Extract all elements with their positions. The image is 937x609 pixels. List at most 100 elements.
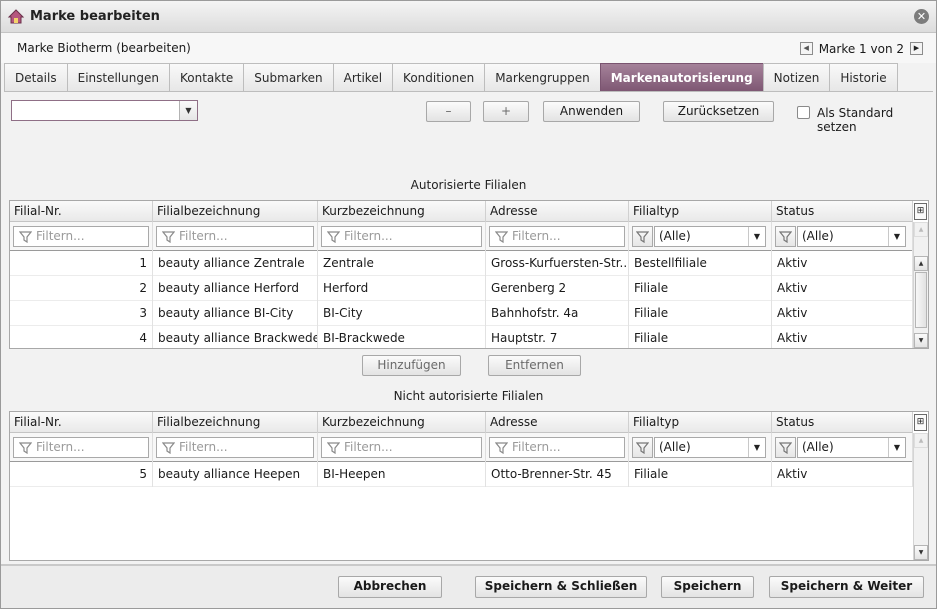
grid-header: Filial-Nr. Filialbezeichnung Kurzbezeich… [10, 201, 913, 222]
cell-address: Bahnhofstr. 4a [486, 301, 629, 326]
cancel-button[interactable]: Abbrechen [338, 576, 442, 598]
grid-body: 1 beauty alliance Zentrale Zentrale Gros… [10, 251, 913, 348]
filter-row: Filtern... Filtern... Filtern... Filtern… [10, 433, 913, 462]
remove-view-button[interactable]: – [426, 101, 471, 122]
tab-brand-groups[interactable]: Markengruppen [484, 63, 601, 91]
scroll-placeholder-icon: ▲ [914, 222, 928, 237]
scroll-up-button[interactable]: ▲ [914, 256, 928, 271]
filter-input-store-number[interactable]: Filtern... [13, 226, 149, 247]
filter-select-store-type[interactable]: (Alle) ▼ [654, 226, 766, 247]
column-chooser-icon[interactable]: ⊞ [914, 203, 927, 220]
column-header-store-name[interactable]: Filialbezeichnung [153, 201, 318, 222]
column-header-address[interactable]: Adresse [486, 412, 629, 433]
table-row[interactable]: 4 beauty alliance Brackwede BI-Brackwede… [10, 326, 913, 348]
view-select[interactable]: ▼ [11, 100, 198, 121]
filter-input-address[interactable]: Filtern... [489, 226, 625, 247]
tab-sub-brands[interactable]: Submarken [243, 63, 334, 91]
close-icon: ✕ [916, 10, 927, 23]
brand-icon [7, 9, 25, 24]
cell-store-number: 3 [10, 301, 153, 326]
filter-mode-button[interactable] [632, 226, 653, 247]
filter-mode-button[interactable] [775, 226, 796, 247]
close-button[interactable]: ✕ [914, 9, 929, 24]
filter-cell: (Alle) ▼ [772, 222, 913, 251]
cell-store-name: beauty alliance Brackwede [153, 326, 318, 348]
column-header-short-name[interactable]: Kurzbezeichnung [318, 412, 486, 433]
filter-mode-button[interactable] [632, 437, 653, 458]
column-header-short-name[interactable]: Kurzbezeichnung [318, 201, 486, 222]
cell-address: Gerenberg 2 [486, 276, 629, 301]
remove-store-button[interactable]: Entfernen [488, 355, 581, 376]
column-header-status[interactable]: Status [772, 201, 913, 222]
chevron-down-icon: ▼ [748, 227, 765, 246]
column-chooser-icon[interactable]: ⊞ [914, 414, 927, 431]
filter-input-address[interactable]: Filtern... [489, 437, 625, 458]
column-header-store-type[interactable]: Filialtyp [629, 201, 772, 222]
set-default-label: Als Standard setzen [817, 106, 894, 134]
chevron-down-icon[interactable]: ▼ [179, 101, 197, 120]
tab-history[interactable]: Historie [829, 63, 898, 91]
filter-input-short-name[interactable]: Filtern... [321, 226, 482, 247]
tab-details[interactable]: Details [4, 63, 68, 91]
record-title: Marke Biotherm (bearbeiten) [17, 41, 191, 55]
filter-mode-button[interactable] [775, 437, 796, 458]
save-and-next-button[interactable]: Speichern & Weiter [769, 576, 924, 598]
filter-input-store-number[interactable]: Filtern... [13, 437, 149, 458]
add-store-button[interactable]: Hinzufügen [362, 355, 461, 376]
chevron-down-icon: ▼ [888, 438, 905, 457]
column-header-store-type[interactable]: Filialtyp [629, 412, 772, 433]
add-view-button[interactable]: + [483, 101, 529, 122]
column-header-store-name[interactable]: Filialbezeichnung [153, 412, 318, 433]
set-default-checkbox[interactable] [797, 106, 810, 119]
column-header-store-number[interactable]: Filial-Nr. [10, 412, 153, 433]
filter-placeholder: Filtern... [36, 229, 85, 243]
tab-articles[interactable]: Artikel [332, 63, 394, 91]
column-header-store-number[interactable]: Filial-Nr. [10, 201, 153, 222]
filter-cell: (Alle) ▼ [629, 222, 772, 251]
next-record-button[interactable]: ▶ [910, 42, 923, 55]
table-row[interactable]: 5 beauty alliance Heepen BI-Heepen Otto-… [10, 462, 913, 487]
filter-input-store-name[interactable]: Filtern... [156, 437, 314, 458]
cell-store-name: beauty alliance Herford [153, 276, 318, 301]
scroll-down-button[interactable]: ▼ [914, 333, 928, 348]
pager-text: Marke 1 von 2 [818, 41, 904, 56]
scroll-thumb[interactable] [915, 272, 927, 328]
cell-status: Aktiv [772, 276, 913, 301]
tab-bar: Details Einstellungen Kontakte Submarken… [4, 63, 933, 92]
column-header-status[interactable]: Status [772, 412, 913, 433]
filter-select-value: (Alle) [802, 229, 834, 243]
cell-store-type: Filiale [629, 326, 772, 348]
scroll-down-button[interactable]: ▼ [914, 545, 928, 560]
tab-conditions[interactable]: Konditionen [392, 63, 486, 91]
filter-input-short-name[interactable]: Filtern... [321, 437, 482, 458]
previous-record-button[interactable]: ◀ [799, 42, 813, 55]
column-header-address[interactable]: Adresse [486, 201, 629, 222]
tab-settings[interactable]: Einstellungen [66, 63, 170, 91]
record-pager: ◀ Marke 1 von 2 ▶ [799, 41, 923, 56]
filter-icon [495, 231, 508, 243]
save-and-close-button[interactable]: Speichern & Schließen [475, 576, 647, 598]
tab-brand-authorization[interactable]: Markenautorisierung [599, 63, 764, 91]
table-row[interactable]: 1 beauty alliance Zentrale Zentrale Gros… [10, 251, 913, 276]
vertical-scrollbar[interactable]: ▲ ▲ ▼ [913, 222, 928, 348]
save-button[interactable]: Speichern [661, 576, 754, 598]
filter-select-status[interactable]: (Alle) ▼ [797, 226, 906, 247]
cell-store-type: Bestellfiliale [629, 251, 772, 276]
filter-select-store-type[interactable]: (Alle) ▼ [654, 437, 766, 458]
tab-notes[interactable]: Notizen [762, 63, 831, 91]
reset-button[interactable]: Zurücksetzen [663, 101, 774, 122]
cell-store-number: 1 [10, 251, 153, 276]
vertical-scrollbar[interactable]: ▲ ▼ [913, 433, 928, 560]
table-row[interactable]: 2 beauty alliance Herford Herford Gerenb… [10, 276, 913, 301]
filter-input-store-name[interactable]: Filtern... [156, 226, 314, 247]
filter-icon [162, 231, 175, 243]
filter-placeholder: Filtern... [512, 440, 561, 454]
filter-icon [779, 231, 792, 243]
tab-contacts[interactable]: Kontakte [168, 63, 245, 91]
filter-icon [636, 442, 649, 454]
table-row[interactable]: 3 beauty alliance BI-City BI-City Bahnho… [10, 301, 913, 326]
filter-placeholder: Filtern... [512, 229, 561, 243]
filter-cell: Filtern... [153, 222, 318, 251]
apply-button[interactable]: Anwenden [543, 101, 640, 122]
filter-select-status[interactable]: (Alle) ▼ [797, 437, 906, 458]
